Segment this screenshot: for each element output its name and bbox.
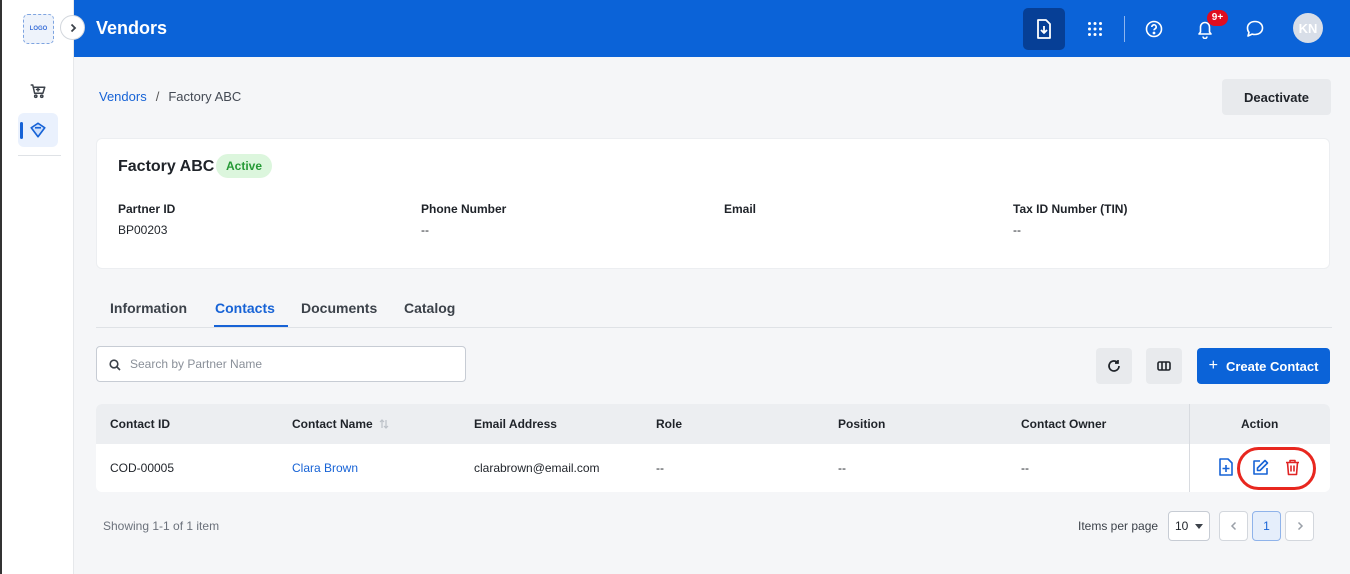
pagination-summary: Showing 1-1 of 1 item	[103, 519, 220, 533]
app-logo: LOGO	[23, 14, 54, 44]
field-email: Email	[724, 202, 756, 223]
vendor-name: Factory ABC	[118, 158, 215, 175]
field-partner-id: Partner ID BP00203	[118, 202, 175, 237]
caret-down-icon	[1195, 524, 1203, 529]
help-icon	[1145, 20, 1163, 38]
deactivate-button[interactable]: Deactivate	[1222, 79, 1331, 115]
breadcrumb-link-vendors[interactable]: Vendors	[99, 89, 147, 104]
help-button[interactable]	[1133, 8, 1175, 50]
column-header-role: Role	[656, 417, 683, 431]
action-column-divider	[1189, 404, 1190, 492]
tab-catalog[interactable]: Catalog	[404, 300, 455, 316]
vendor-tag-icon	[30, 122, 46, 138]
breadcrumb: Vendors / Factory ABC	[99, 89, 241, 104]
cart-icon	[30, 84, 46, 99]
items-per-page-select[interactable]: 10	[1168, 511, 1210, 541]
sidebar-item-vendors[interactable]	[18, 113, 58, 147]
search-input[interactable]	[130, 347, 460, 381]
items-per-page-value: 10	[1175, 519, 1189, 533]
table-header: Contact ID Contact Name Email Address Ro…	[96, 404, 1330, 444]
items-per-page-label: Items per page	[1078, 519, 1159, 533]
search-box	[96, 346, 466, 382]
page-button-current[interactable]: 1	[1252, 511, 1281, 541]
breadcrumb-separator: /	[155, 89, 160, 104]
tab-bar: Information Contacts Documents Catalog	[96, 288, 1332, 328]
apps-grid-icon	[1088, 22, 1102, 36]
columns-button[interactable]	[1146, 348, 1182, 384]
chevron-right-icon	[70, 23, 76, 32]
chevron-right-icon	[1297, 521, 1303, 531]
cell-position: --	[838, 461, 846, 475]
notification-badge: 9+	[1207, 10, 1228, 26]
highlight-annotation	[1237, 447, 1316, 490]
chat-bubble-icon	[1246, 20, 1264, 37]
tab-contacts[interactable]: Contacts	[215, 300, 275, 316]
tab-documents[interactable]: Documents	[301, 300, 377, 316]
prev-page-button[interactable]	[1219, 511, 1248, 541]
download-button[interactable]	[1023, 8, 1065, 50]
next-page-button[interactable]	[1285, 511, 1314, 541]
field-label: Phone Number	[421, 202, 507, 216]
topbar-divider	[1124, 16, 1125, 42]
notifications-button[interactable]: 9+	[1184, 8, 1228, 50]
column-header-action: Action	[1241, 417, 1279, 431]
field-value: BP00203	[118, 223, 168, 237]
apps-button[interactable]	[1074, 8, 1116, 50]
download-file-icon	[1037, 19, 1051, 39]
breadcrumb-current: Factory ABC	[168, 89, 242, 104]
sidebar-divider	[18, 155, 61, 156]
chevron-left-icon	[1230, 521, 1236, 531]
main-content: Vendors / Factory ABC Deactivate Factory A…	[74, 57, 1350, 574]
status-badge: Active	[216, 154, 273, 178]
cell-email: clarabrown@email.com	[474, 461, 600, 475]
columns-icon	[1157, 361, 1171, 371]
add-file-icon	[1219, 458, 1233, 476]
field-label: Tax ID Number (TIN)	[1013, 202, 1128, 216]
refresh-button[interactable]	[1096, 348, 1132, 384]
column-header-email: Email Address	[474, 417, 557, 431]
column-header-owner: Contact Owner	[1021, 417, 1107, 431]
cell-role: --	[656, 461, 664, 475]
add-document-button[interactable]	[1216, 457, 1236, 477]
create-contact-button[interactable]: + Create Contact	[1197, 348, 1330, 384]
cell-contact-name-link[interactable]: Clara Brown	[292, 461, 358, 475]
column-header-contact-id: Contact ID	[110, 417, 170, 431]
field-label: Partner ID	[118, 202, 176, 216]
plus-icon: +	[1208, 357, 1218, 374]
active-tab-indicator	[214, 325, 288, 327]
contacts-table: Contact ID Contact Name Email Address Ro…	[96, 404, 1330, 492]
column-header-contact-name[interactable]: Contact Name	[292, 417, 389, 431]
top-bar: Vendors 9+ KN	[74, 0, 1350, 57]
cell-owner: --	[1021, 461, 1029, 475]
field-value: --	[1013, 223, 1021, 237]
field-phone-number: Phone Number --	[421, 202, 506, 237]
sidebar-item-cart[interactable]	[18, 74, 58, 108]
create-contact-label: Create Contact	[1225, 358, 1319, 374]
field-value: --	[421, 223, 429, 237]
page-title: Vendors	[96, 18, 168, 38]
sidebar: LOGO	[2, 0, 74, 574]
cell-contact-id: COD-00005	[110, 461, 175, 475]
chat-button[interactable]	[1234, 8, 1276, 50]
field-label: Email	[724, 202, 757, 216]
sort-icon[interactable]	[379, 418, 389, 430]
refresh-icon	[1108, 360, 1120, 372]
user-avatar[interactable]: KN	[1293, 13, 1323, 43]
sidebar-expand-button[interactable]	[60, 15, 85, 40]
vendor-info-card: Factory ABC Active Partner ID BP00203 Ph…	[96, 138, 1330, 269]
search-icon	[109, 358, 121, 376]
column-header-label: Contact Name	[292, 417, 373, 431]
column-header-position: Position	[838, 417, 886, 431]
field-tax-id: Tax ID Number (TIN) --	[1013, 202, 1127, 237]
tab-information[interactable]: Information	[110, 300, 187, 316]
